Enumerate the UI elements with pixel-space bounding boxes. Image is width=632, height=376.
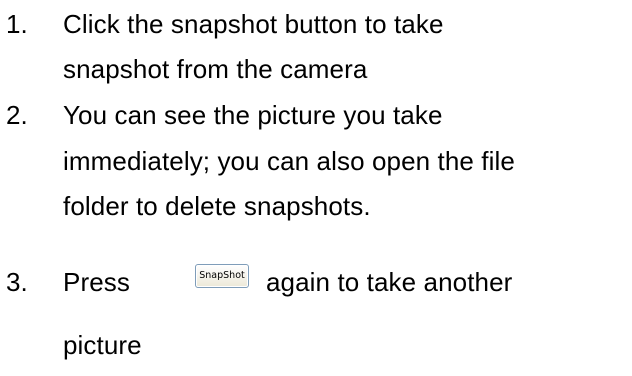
step-3-text-after-button: again to take another — [266, 267, 513, 297]
step-1-text-line-1: Click the snapshot button to take — [63, 9, 444, 39]
step-1-text-line-2: snapshot from the camera — [63, 54, 368, 84]
step-3-text-before-button: Press — [63, 267, 130, 297]
step-1-number: 1. — [6, 9, 28, 39]
snapshot-button[interactable]: SnapShot — [195, 264, 249, 288]
instruction-list: 1. Click the snapshot button to take sna… — [0, 0, 632, 376]
step-3-text-continuation: picture — [63, 330, 142, 360]
step-2-text-line-1: You can see the picture you take — [63, 100, 443, 130]
step-2-text-line-2: immediately; you can also open the file — [63, 146, 515, 176]
step-3-number: 3. — [6, 267, 28, 297]
step-2-text-line-3: folder to delete snapshots. — [63, 191, 371, 221]
step-2-number: 2. — [6, 100, 28, 130]
